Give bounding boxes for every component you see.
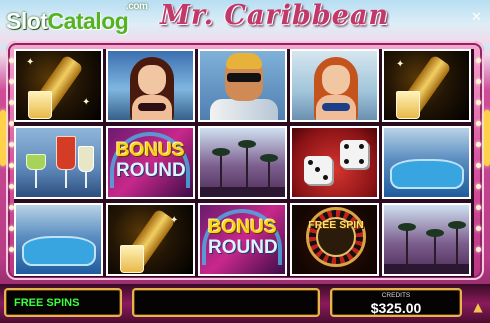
round-label: ROUND bbox=[116, 160, 186, 181]
champagne-glass-icon bbox=[120, 245, 144, 273]
symbol-palm-trees bbox=[198, 126, 287, 199]
symbol-brunette-lady bbox=[106, 49, 195, 122]
symbol-pool bbox=[14, 203, 103, 276]
sparkle-icon: ✦ bbox=[170, 215, 179, 226]
symbol-champagne: ✦ bbox=[382, 49, 471, 122]
right-bulb-strip bbox=[476, 58, 481, 268]
sunglasses-icon bbox=[227, 73, 261, 82]
symbol-bonus-round: BONUS ROUND bbox=[106, 126, 195, 199]
symbol-champagne: ✦ ✦ bbox=[14, 49, 103, 122]
symbol-dice bbox=[290, 126, 379, 199]
sparkle-icon: ✦ bbox=[396, 59, 405, 70]
white-cocktail-icon bbox=[78, 146, 94, 172]
left-side-ornament bbox=[0, 110, 6, 166]
symbol-sunglasses-man bbox=[198, 49, 287, 122]
symbol-cocktails bbox=[14, 126, 103, 199]
credits-label: CREDITS bbox=[381, 292, 411, 299]
pool-water bbox=[22, 236, 96, 266]
credits-panel: CREDITS $325.00 bbox=[330, 288, 462, 317]
free-spin-label: FREE SPIN bbox=[308, 219, 364, 231]
symbol-bonus-round: BONUS ROUND bbox=[198, 203, 287, 276]
red-cocktail-icon bbox=[56, 136, 76, 170]
slotcatalog-logo: SlotCatalog .com bbox=[6, 1, 148, 35]
symbol-palm-trees bbox=[382, 203, 471, 276]
logo-text-slot: Slot bbox=[6, 8, 48, 34]
game-title-logo: Mr. Caribbean bbox=[160, 0, 389, 31]
bottom-bar: FREE SPINS CREDITS $325.00 bbox=[0, 284, 490, 323]
logo-text-catalog: Catalog bbox=[47, 8, 129, 34]
free-spins-panel: FREE SPINS bbox=[4, 288, 122, 317]
round-label: ROUND bbox=[208, 237, 278, 258]
sparkle-icon: ✦ bbox=[82, 97, 91, 108]
champagne-glass-icon bbox=[396, 91, 420, 119]
close-button[interactable]: ✕ bbox=[470, 11, 483, 24]
right-side-ornament bbox=[484, 110, 490, 166]
free-spins-label: FREE SPINS bbox=[14, 297, 80, 309]
reel-grid: ✦ ✦ ✦ BONUS ROUND ✦ BONUS ROUND FREE SPI… bbox=[14, 49, 474, 277]
bonus-label: BONUS bbox=[116, 140, 185, 161]
sparkle-icon: ✦ bbox=[26, 57, 35, 68]
credits-value: $325.00 bbox=[370, 300, 422, 316]
message-panel bbox=[132, 288, 320, 317]
die-icon bbox=[340, 140, 368, 168]
symbol-champagne: ✦ bbox=[106, 203, 195, 276]
symbol-pool bbox=[382, 126, 471, 199]
symbol-free-spin-wheel: FREE SPIN bbox=[290, 203, 379, 276]
martini-glass-icon bbox=[26, 154, 46, 170]
symbol-redhead-lady bbox=[290, 49, 379, 122]
champagne-glass-icon bbox=[28, 91, 52, 119]
logo-text-dotcom: .com bbox=[126, 1, 148, 12]
bonus-label: BONUS bbox=[208, 217, 277, 238]
menu-arrow-icon[interactable]: ▲ bbox=[470, 300, 486, 314]
pool-water bbox=[390, 159, 464, 189]
die-icon bbox=[304, 156, 332, 184]
